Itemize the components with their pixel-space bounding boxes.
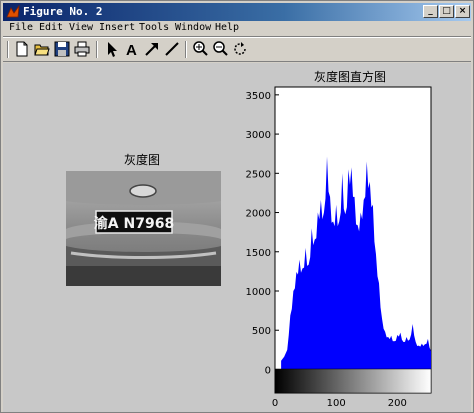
y-tick-label: 0: [265, 365, 271, 376]
rotate-icon[interactable]: [231, 40, 249, 58]
histogram-axes: 0 500 1000 1500 2000 2500 3000 3500 0 100 200: [246, 86, 432, 409]
x-tick-label: 0: [272, 398, 278, 409]
y-tick-label: 3000: [246, 130, 271, 141]
menu-file[interactable]: File: [9, 22, 33, 33]
open-folder-icon[interactable]: [33, 40, 51, 58]
y-tick-label: 500: [252, 326, 271, 337]
toolbar-separator: [185, 41, 187, 58]
insert-line-icon[interactable]: [163, 40, 181, 58]
menu-insert[interactable]: Insert: [99, 22, 135, 33]
y-tick-label: 3500: [246, 91, 271, 102]
save-icon[interactable]: [53, 40, 71, 58]
y-tick-label: 1000: [246, 287, 271, 298]
toolbar-grip: [7, 41, 9, 58]
matlab-icon: [6, 5, 20, 18]
license-plate-text: 渝A N7968: [94, 215, 174, 232]
grayscale-car-image: 渝A N7968: [66, 171, 221, 286]
new-file-icon[interactable]: [13, 40, 31, 58]
maximize-button[interactable]: □: [439, 5, 454, 18]
window-title: Figure No. 2: [23, 5, 103, 18]
menu-window[interactable]: Window: [175, 22, 211, 33]
zoom-in-icon[interactable]: [191, 40, 209, 58]
figure-window: Figure No. 2 _ □ × File Edit View Insert…: [0, 0, 474, 413]
select-arrow-icon[interactable]: [103, 40, 121, 58]
menu-bar: File Edit View Insert Tools Window Help: [3, 22, 471, 36]
toolbar: A: [3, 38, 471, 62]
toolbar-separator: [96, 41, 98, 58]
figure-canvas: 灰度图 渝A N7968 灰度图直方图 0 500 1000 1500 2000 2500…: [3, 63, 471, 412]
insert-arrow-icon[interactable]: [143, 40, 161, 58]
zoom-out-icon[interactable]: [211, 40, 229, 58]
image-title: 灰度图: [123, 153, 160, 167]
close-button[interactable]: ×: [455, 5, 470, 18]
minimize-button[interactable]: _: [423, 5, 438, 18]
menu-view[interactable]: View: [69, 22, 93, 33]
menu-tools[interactable]: Tools: [139, 22, 169, 33]
x-tick-label: 200: [388, 398, 407, 409]
x-tick-label: 100: [327, 398, 346, 409]
y-tick-label: 2500: [246, 169, 271, 180]
insert-text-icon[interactable]: A: [123, 40, 141, 58]
title-bar[interactable]: Figure No. 2 _ □ ×: [3, 3, 471, 21]
print-icon[interactable]: [73, 40, 91, 58]
svg-text:A: A: [126, 42, 137, 58]
menu-help[interactable]: Help: [215, 22, 239, 33]
menu-edit[interactable]: Edit: [39, 22, 63, 33]
y-tick-label: 2000: [246, 209, 271, 220]
y-tick-label: 1500: [246, 248, 271, 259]
gray-colorbar: [274, 368, 432, 394]
